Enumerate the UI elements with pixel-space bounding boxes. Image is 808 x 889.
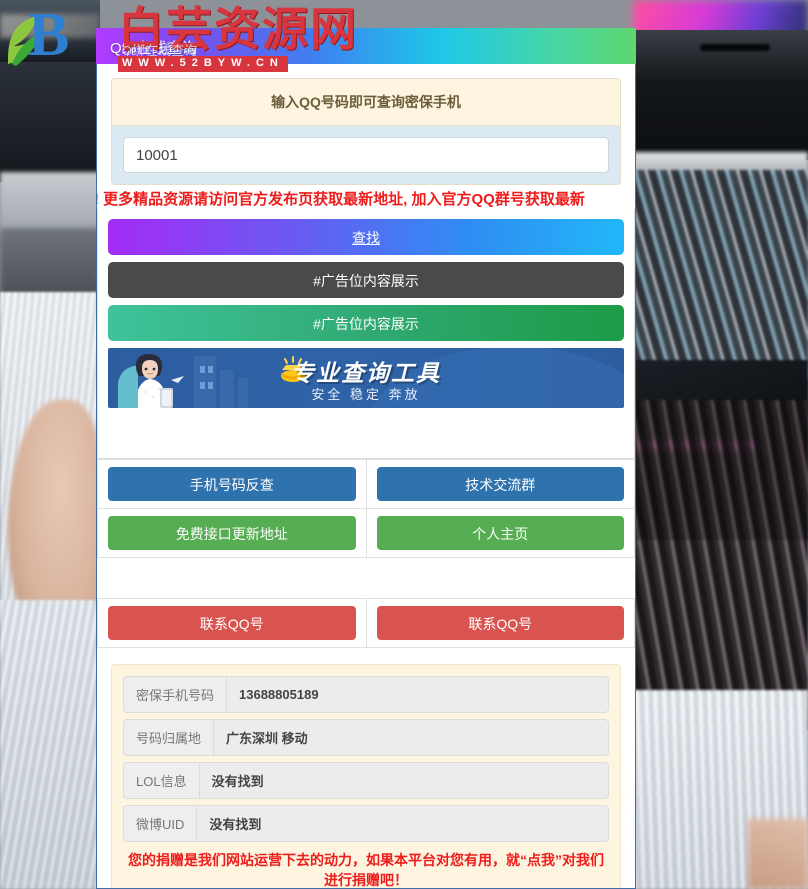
banner-subtitle: 安全 稳定 奔放 [311,387,421,402]
content-wrapper: 输入QQ号码即可查询密保手机 [97,78,635,185]
result-row-lol: LOL信息 没有找到 [123,762,609,799]
grid-cell: 手机号码反查 [97,459,367,509]
promo-banner[interactable]: 专业查询工具 安全 稳定 奔放 [108,348,624,408]
query-panel-body [112,126,620,184]
page-content: 输入QQ号码即可查询密保手机 我! 更多精品资源请访问官方发布页获取最新地址, … [97,28,635,888]
result-wrapper: 密保手机号码 13688805189 号码归属地 广东深圳 移动 LOL信息 没… [97,664,635,888]
bg-left-dock [0,14,100,38]
result-row-secure-phone: 密保手机号码 13688805189 [123,676,609,713]
query-panel-heading: 输入QQ号码即可查询密保手机 [112,79,620,126]
banner-title: 专业查询工具 [291,360,441,386]
result-label: 号码归属地 [123,719,214,756]
banner-grid-spacer [108,408,624,454]
link-grid: 手机号码反查 技术交流群 免费接口更新地址 个人主页 [97,459,635,558]
contact-qq-button-2[interactable]: 联系QQ号 [376,606,624,640]
grid-cell: 免费接口更新地址 [97,508,367,558]
homepage-button[interactable]: 个人主页 [376,516,624,550]
bg-left-shadow [0,62,100,182]
tech-group-button[interactable]: 技术交流群 [376,467,624,501]
qq-number-input[interactable] [123,137,609,173]
grid-cell: 技术交流群 [365,459,635,509]
result-row-location: 号码归属地 广东深圳 移动 [123,719,609,756]
result-panel: 密保手机号码 13688805189 号码归属地 广东深圳 移动 LOL信息 没… [111,664,621,888]
free-api-update-button[interactable]: 免费接口更新地址 [108,516,356,550]
grid-cell: 联系QQ号 [97,598,367,648]
page-title: Q绑在线查询 [110,40,197,57]
page-column: 输入QQ号码即可查询密保手机 我! 更多精品资源请访问官方发布页获取最新地址, … [96,28,636,889]
action-button-box: 查找 #广告位内容展示 #广告位内容展示 专业查询工具 安全 稳定 奔放 [97,209,635,459]
bg-left-shelf [0,172,100,234]
table-row: 手机号码反查 技术交流群 [97,459,635,509]
bg-right-skin [748,819,808,889]
search-button[interactable]: 查找 [108,219,624,255]
table-row: 免费接口更新地址 个人主页 [97,508,635,558]
ad-slot-2-button[interactable]: #广告位内容展示 [108,305,624,341]
query-panel: 输入QQ号码即可查询密保手机 [111,78,621,185]
result-label: 微博UID [123,805,197,842]
result-value-weibo: 没有找到 [196,805,609,842]
result-value-location: 广东深圳 移动 [213,719,609,756]
announcement-marquee: 我! 更多精品资源请访问官方发布页获取最新地址, 加入官方QQ群号获取最新 [97,187,635,209]
grid-cell: 个人主页 [365,508,635,558]
bg-right-slot [700,44,770,51]
phone-reverse-lookup-button[interactable]: 手机号码反查 [108,467,356,501]
page-titlebar: Q绑在线查询 [96,28,636,64]
donation-notice[interactable]: 您的捐赠是我们网站运营下去的动力，如果本平台对您有用，就“点我”对我们进行捐赠吧… [123,850,609,888]
search-button-label: 查找 [352,230,380,246]
contact-grid: 联系QQ号 联系QQ号 [97,598,635,648]
bg-right-hair [633,400,808,730]
contact-qq-button-1[interactable]: 联系QQ号 [108,606,356,640]
result-value-secure-phone: 13688805189 [226,676,609,713]
result-label: LOL信息 [123,762,199,799]
announcement-text: 我! 更多精品资源请访问官方发布页获取最新地址, 加入官方QQ群号获取最新 [97,191,585,208]
result-value-lol: 没有找到 [198,762,609,799]
grid-cell: 联系QQ号 [365,598,635,648]
bg-left-desk [0,228,100,298]
result-label: 密保手机号码 [123,676,227,713]
table-row: 联系QQ号 联系QQ号 [97,598,635,648]
ad-slot-1-button[interactable]: #广告位内容展示 [108,262,624,298]
bg-left-fabric-2 [0,600,100,889]
grid-contact-spacer [97,558,635,598]
result-row-weibo: 微博UID 没有找到 [123,805,609,842]
